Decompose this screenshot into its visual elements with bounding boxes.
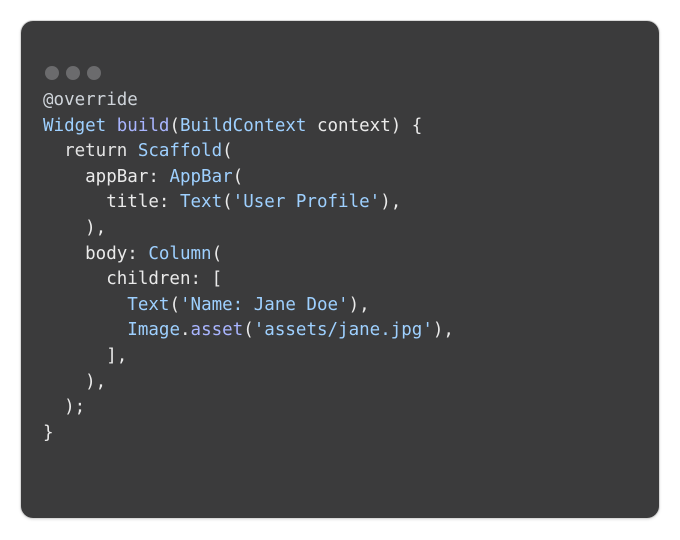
code-token: children: [ — [43, 269, 223, 290]
code-line: ), — [43, 370, 454, 396]
code-line: ), — [43, 216, 454, 242]
code-token: ], — [43, 345, 128, 366]
window-controls — [45, 66, 101, 80]
code-token: build — [116, 115, 170, 136]
code-token: ( — [169, 115, 180, 136]
code-token: Text — [179, 192, 223, 213]
code-token: 'assets/jane.jpg' — [253, 320, 433, 341]
code-token: ), — [43, 371, 107, 392]
code-line: @override — [43, 88, 454, 114]
code-line: children: [ — [43, 267, 454, 293]
code-line: ], — [43, 344, 454, 370]
code-token: body: — [43, 243, 149, 264]
code-token: } — [43, 422, 54, 443]
code-token: Image — [127, 320, 180, 341]
code-line: appBar: AppBar( — [43, 165, 454, 191]
window-dot — [45, 66, 59, 80]
code-token: 'User Profile' — [232, 192, 381, 213]
code-token: Widget — [43, 115, 107, 136]
code-token: Scaffold — [137, 141, 223, 162]
window-dot — [87, 66, 101, 80]
code-token: ); — [43, 397, 86, 418]
code-line: title: Text('User Profile'), — [43, 190, 454, 216]
code-token: context) { — [306, 115, 423, 136]
code-line: ); — [43, 395, 454, 421]
code-token: 'Name: Jane Doe' — [180, 294, 349, 315]
code-line: return Scaffold( — [43, 139, 454, 165]
code-line: Text('Name: Jane Doe'), — [43, 293, 454, 319]
code-line: body: Column( — [43, 242, 454, 268]
code-token: title: — [43, 192, 180, 213]
code-token: Column — [148, 243, 212, 264]
code-token: . — [179, 320, 191, 341]
code-line: Image.asset('assets/jane.jpg'), — [43, 318, 454, 344]
code-token: asset — [190, 320, 244, 341]
code-token: appBar: — [43, 166, 170, 187]
code-token: ( — [211, 243, 223, 264]
code-token: @override — [43, 90, 138, 110]
code-token: return — [43, 141, 138, 162]
code-token: ), — [432, 320, 454, 341]
window-dot — [66, 66, 80, 80]
code-token: ), — [348, 294, 370, 315]
code-line: } — [43, 421, 454, 447]
code-token: ( — [232, 166, 244, 187]
code-token: BuildContext — [180, 115, 307, 136]
code-token: ( — [222, 141, 233, 162]
code-token: ), — [43, 217, 107, 238]
code-token: ), — [380, 192, 402, 213]
code-token: ( — [222, 192, 233, 213]
code-block: @override Widget build(BuildContext conte… — [43, 88, 454, 446]
code-token: ( — [243, 320, 254, 341]
code-token: Text — [127, 294, 170, 315]
code-line: Widget build(BuildContext context) { — [43, 114, 454, 140]
code-token: ( — [169, 294, 180, 315]
code-token: AppBar — [169, 166, 233, 187]
